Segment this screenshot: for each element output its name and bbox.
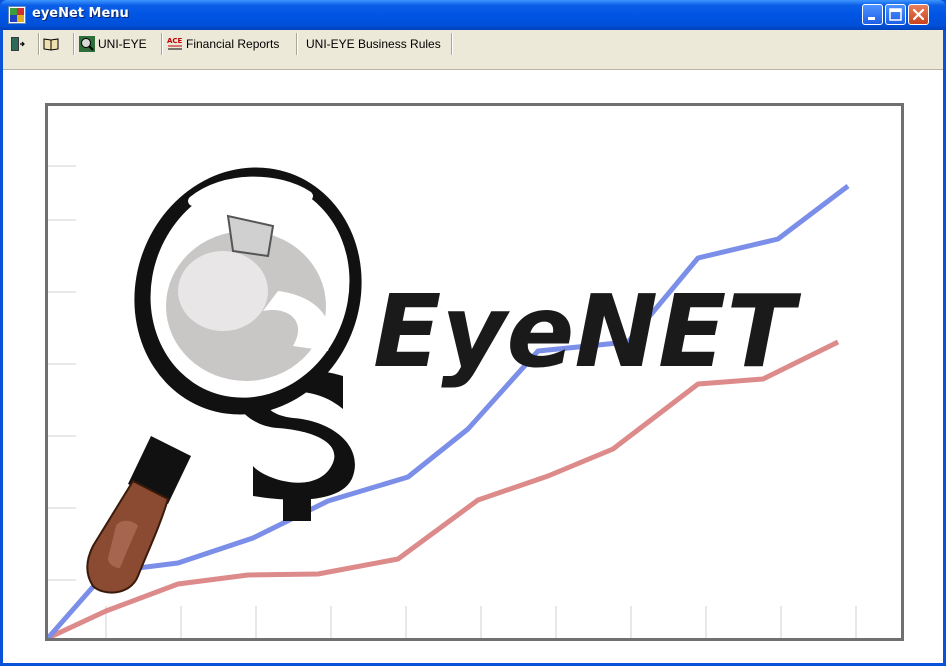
business-rules-label: UNI-EYE Business Rules — [306, 37, 441, 51]
title-bar[interactable]: eyeNet Menu — [0, 0, 946, 30]
close-icon — [912, 8, 925, 21]
separator — [73, 33, 75, 55]
magnifier-handle-graphic — [86, 436, 191, 594]
y-axis-ticks — [48, 165, 76, 581]
x-axis-ticks — [105, 606, 857, 638]
close-button[interactable] — [908, 4, 929, 25]
open-book-icon — [43, 36, 59, 52]
maximize-button[interactable] — [885, 4, 906, 25]
magnifier-globe-icon — [79, 36, 95, 52]
separator — [161, 33, 163, 55]
financial-reports-button[interactable]: ACE Financial Reports — [167, 32, 292, 56]
door-exit-icon — [9, 36, 25, 52]
business-rules-button[interactable]: UNI-EYE Business Rules — [306, 32, 451, 56]
uni-eye-label: UNI-EYE — [98, 37, 147, 51]
exit-button[interactable] — [9, 32, 35, 56]
main-content: EyeNET — [3, 70, 943, 663]
maximize-icon — [889, 8, 902, 21]
financial-reports-label: Financial Reports — [186, 37, 280, 51]
app-window: eyeNet Menu UNI-EYE ACE Financial Report… — [0, 0, 946, 666]
svg-text:ACE: ACE — [167, 37, 183, 45]
magnifier-lens-graphic — [134, 167, 362, 415]
help-button[interactable] — [43, 32, 69, 56]
minimize-icon — [868, 17, 875, 20]
eyenet-logo-text: EyeNET — [373, 273, 801, 390]
minimize-button[interactable] — [862, 4, 883, 25]
window-title: eyeNet Menu — [32, 6, 129, 21]
app-icon[interactable] — [8, 6, 26, 24]
menu-bar: UNI-EYE ACE Financial Reports UNI-EYE Bu… — [3, 30, 943, 70]
splash-frame: EyeNET — [45, 103, 904, 641]
separator — [451, 33, 453, 55]
ace-report-icon: ACE — [167, 36, 183, 52]
separator — [296, 33, 298, 55]
eyenet-splash-graphic: EyeNET — [46, 165, 857, 641]
uni-eye-button[interactable]: UNI-EYE — [79, 32, 159, 56]
separator — [38, 33, 40, 55]
